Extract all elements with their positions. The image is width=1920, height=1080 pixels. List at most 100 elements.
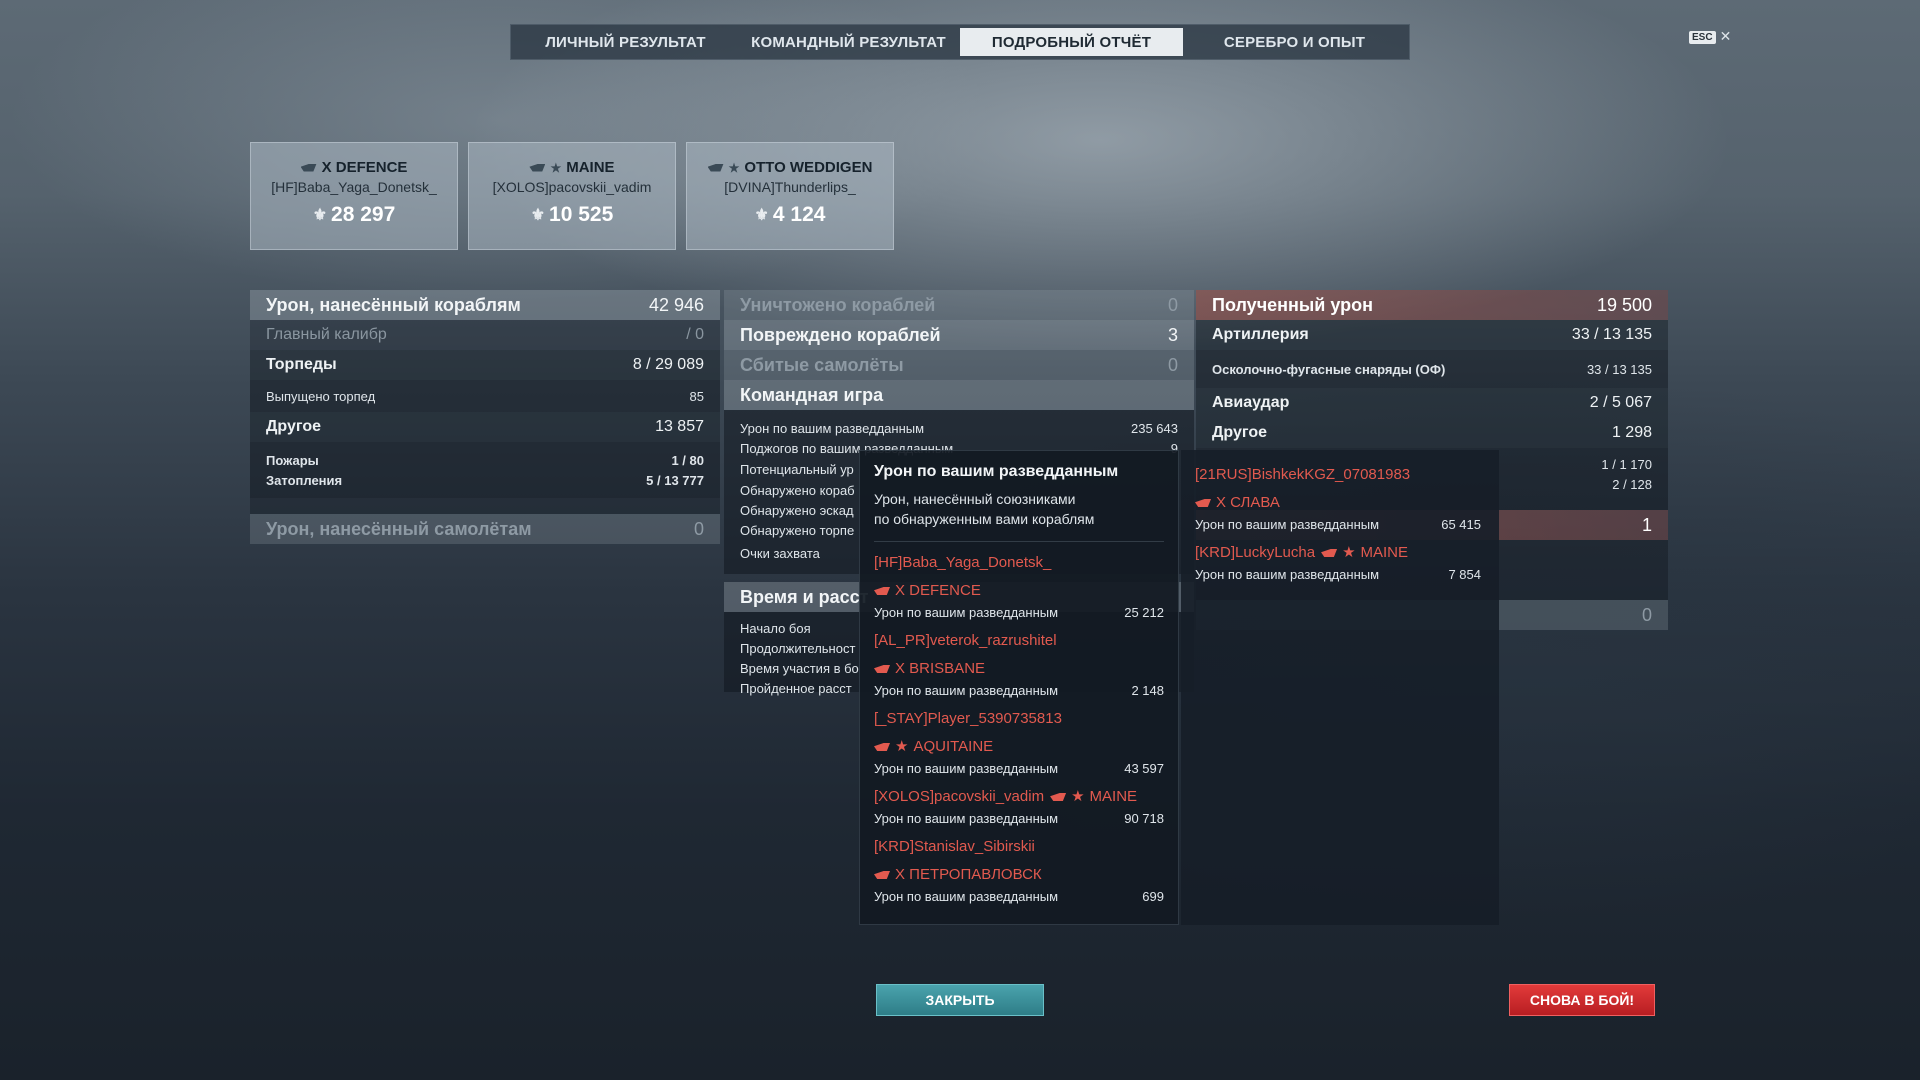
torpedoes-fired-row: Выпущено торпед 85 <box>250 380 720 412</box>
row-label: Авиаудар <box>1212 394 1290 411</box>
ship-class-icon <box>529 163 546 172</box>
damage-dealt-column: Урон, нанесённый кораблям 42 946 Главный … <box>250 290 720 544</box>
row-value: 1 <box>1641 514 1652 535</box>
ally-entry: [AL_PR]veterok_razrushitel X BRISBANE Уро… <box>874 630 1164 698</box>
row-value: 33 / 13 135 <box>1586 361 1652 377</box>
tab-detailed-report[interactable]: ПОДРОБНЫЙ ОТЧЁТ <box>960 28 1183 56</box>
ship-class-icon <box>874 743 890 751</box>
star-icon: ★ <box>728 160 740 175</box>
row-value: 2 / 128 <box>1612 476 1652 492</box>
ally-entry: [21RUS]BishkekKGZ_07081983 X СЛАВА Урон п… <box>1195 464 1485 532</box>
ally-entry: [XOLOS]pacovskii_vadim ★ MAINE Урон по ваш… <box>874 786 1164 826</box>
stat-label: Урон по вашим разведданным <box>874 889 1059 904</box>
row-label: Урон, нанесённый кораблям <box>266 294 521 315</box>
ally-ship-name: AQUITAINE <box>913 738 994 755</box>
stat-value: 699 <box>1142 889 1164 904</box>
ally-player-name: [XOLOS]pacovskii_vadim <box>874 788 1045 805</box>
ship-class-icon <box>874 871 890 879</box>
stat-label: Урон по вашим разведданным <box>874 761 1059 776</box>
other-received-row[interactable]: Другое 1 298 <box>1196 418 1668 448</box>
ally-ship-name: MAINE <box>1089 788 1138 805</box>
spotting-damage-tooltip-extra: [21RUS]BishkekKGZ_07081983 X СЛАВА Урон п… <box>1181 450 1499 925</box>
submarine-class-icon <box>707 163 724 172</box>
tooltip-desc-line: по обнаруженным вами кораблям <box>874 511 1095 527</box>
battle-again-button[interactable]: СНОВА В БОЙ! <box>1509 984 1655 1016</box>
tab-personal-result[interactable]: ЛИЧНЫЙ РЕЗУЛЬТАТ <box>514 28 737 56</box>
close-icon: ✕ <box>1719 29 1732 45</box>
stat-value: 25 212 <box>1124 605 1164 620</box>
ally-ship-name: X DEFENCE <box>895 582 981 599</box>
row-value: 2 / 5 067 <box>1589 394 1652 411</box>
ally-player-name: [HF]Baba_Yaga_Donetsk_ <box>874 554 1052 571</box>
card-score: 28 297 <box>331 203 396 226</box>
damage-planes-row[interactable]: Урон, нанесённый самолётам 0 <box>250 514 720 544</box>
main-caliber-row[interactable]: Главный калибр / 0 <box>250 320 720 350</box>
tooltip-title: Урон по вашим разведданным <box>874 463 1119 480</box>
row-label: Урон, нанесённый самолётам <box>266 518 532 539</box>
row-value: 5 / 13 777 <box>646 472 704 488</box>
row-label: Потенциальный ур <box>740 461 854 477</box>
stat-label: Урон по вашим разведданным <box>1195 567 1380 582</box>
esc-key-icon: ESC <box>1689 30 1716 44</box>
ally-player-name: [AL_PR]veterok_razrushitel <box>874 632 1057 649</box>
top-player-card: X DEFENCE [HF]Baba_Yaga_Donetsk_ ⚜ 28 297 <box>250 142 458 250</box>
damage-ships-row[interactable]: Урон, нанесённый кораблям 42 946 <box>250 290 720 320</box>
spot-damage-row[interactable]: Урон по вашим разведданным 235 643 <box>724 418 1194 438</box>
ally-player-name: [21RUS]BishkekKGZ_07081983 <box>1195 466 1411 483</box>
ship-class-icon <box>1195 499 1211 507</box>
card-player-name: [DVINA]Thunderlips_ <box>724 179 856 195</box>
row-label: Пройденное расст <box>740 680 852 696</box>
tab-credits-xp[interactable]: СЕРЕБРО И ОПЫТ <box>1183 28 1406 56</box>
row-value: 33 / 13 135 <box>1571 326 1652 343</box>
card-ship-name: MAINE <box>566 159 615 176</box>
row-label: Артиллерия <box>1212 326 1309 343</box>
tab-team-result[interactable]: КОМАНДНЫЙ РЕЗУЛЬТАТ <box>737 28 960 56</box>
row-label: Урон по вашим разведданным <box>740 420 925 436</box>
ally-entry: [_STAY]Player_5390735813 ★ AQUITAINE Урон … <box>874 708 1164 776</box>
other-damage-row[interactable]: Другое 13 857 <box>250 412 720 442</box>
esc-close-button[interactable]: ESC ✕ <box>1689 29 1731 45</box>
row-value: 1 / 1 170 <box>1601 456 1652 472</box>
row-label: Пожары <box>266 452 319 468</box>
row-value: 1 / 80 <box>671 452 704 468</box>
ally-entry: [HF]Baba_Yaga_Donetsk_ X DEFENCE Урон по … <box>874 552 1164 620</box>
planes-shot-row[interactable]: Сбитые самолёты 0 <box>724 350 1194 380</box>
tooltip-desc-line: Урон, нанесённый союзниками <box>874 491 1076 507</box>
airstrike-row[interactable]: Авиаудар 2 / 5 067 <box>1196 388 1668 418</box>
artillery-row[interactable]: Артиллерия 33 / 13 135 <box>1196 320 1668 350</box>
received-damage-row[interactable]: Полученный урон 19 500 <box>1196 290 1668 320</box>
star-icon: ★ <box>1071 788 1085 805</box>
row-value: / 0 <box>686 326 704 343</box>
torpedoes-row[interactable]: Торпеды 8 / 29 089 <box>250 350 720 380</box>
close-button[interactable]: ЗАКРЫТЬ <box>876 984 1044 1016</box>
row-label: Торпеды <box>266 356 337 373</box>
tooltip-description: Урон, нанесённый союзниками по обнаружен… <box>874 489 1164 542</box>
stat-value: 7 854 <box>1448 567 1481 582</box>
fires-row: Пожары 1 / 80 <box>250 450 720 470</box>
row-value: 3 <box>1167 324 1178 345</box>
row-label: Время участия в бо <box>740 660 859 676</box>
laurel-icon: ⚜ <box>530 207 546 224</box>
row-label: Очки захвата <box>740 545 820 561</box>
row-value: 0 <box>1167 354 1178 375</box>
stat-label: Урон по вашим разведданным <box>874 683 1059 698</box>
destroyed-ships-row[interactable]: Уничтожено кораблей 0 <box>724 290 1194 320</box>
row-label: Уничтожено кораблей <box>740 294 936 315</box>
top-player-card: ★ OTTO WEDDIGEN [DVINA]Thunderlips_ ⚜ 4 12… <box>686 142 894 250</box>
row-label: Другое <box>266 418 321 435</box>
row-value: 1 298 <box>1611 424 1652 441</box>
laurel-icon: ⚜ <box>312 207 328 224</box>
ally-player-name: [KRD]LuckyLucha <box>1195 544 1316 561</box>
star-icon: ★ <box>550 160 562 175</box>
top-player-card: ★ MAINE [XOLOS]pacovskii_vadim ⚜ 10 525 <box>468 142 676 250</box>
damaged-ships-row[interactable]: Повреждено кораблей 3 <box>724 320 1194 350</box>
stat-value: 43 597 <box>1124 761 1164 776</box>
stat-label: Урон по вашим разведданным <box>874 605 1059 620</box>
row-label: Сбитые самолёты <box>740 354 904 375</box>
row-value: 42 946 <box>648 294 704 315</box>
stat-label: Урон по вашим разведданным <box>1195 517 1380 532</box>
row-label: Осколочно-фугасные снаряды (ОФ) <box>1212 361 1446 377</box>
ship-class-icon <box>874 665 890 673</box>
ally-ship-name: MAINE <box>1360 544 1409 561</box>
row-label: Продолжительност <box>740 640 856 656</box>
